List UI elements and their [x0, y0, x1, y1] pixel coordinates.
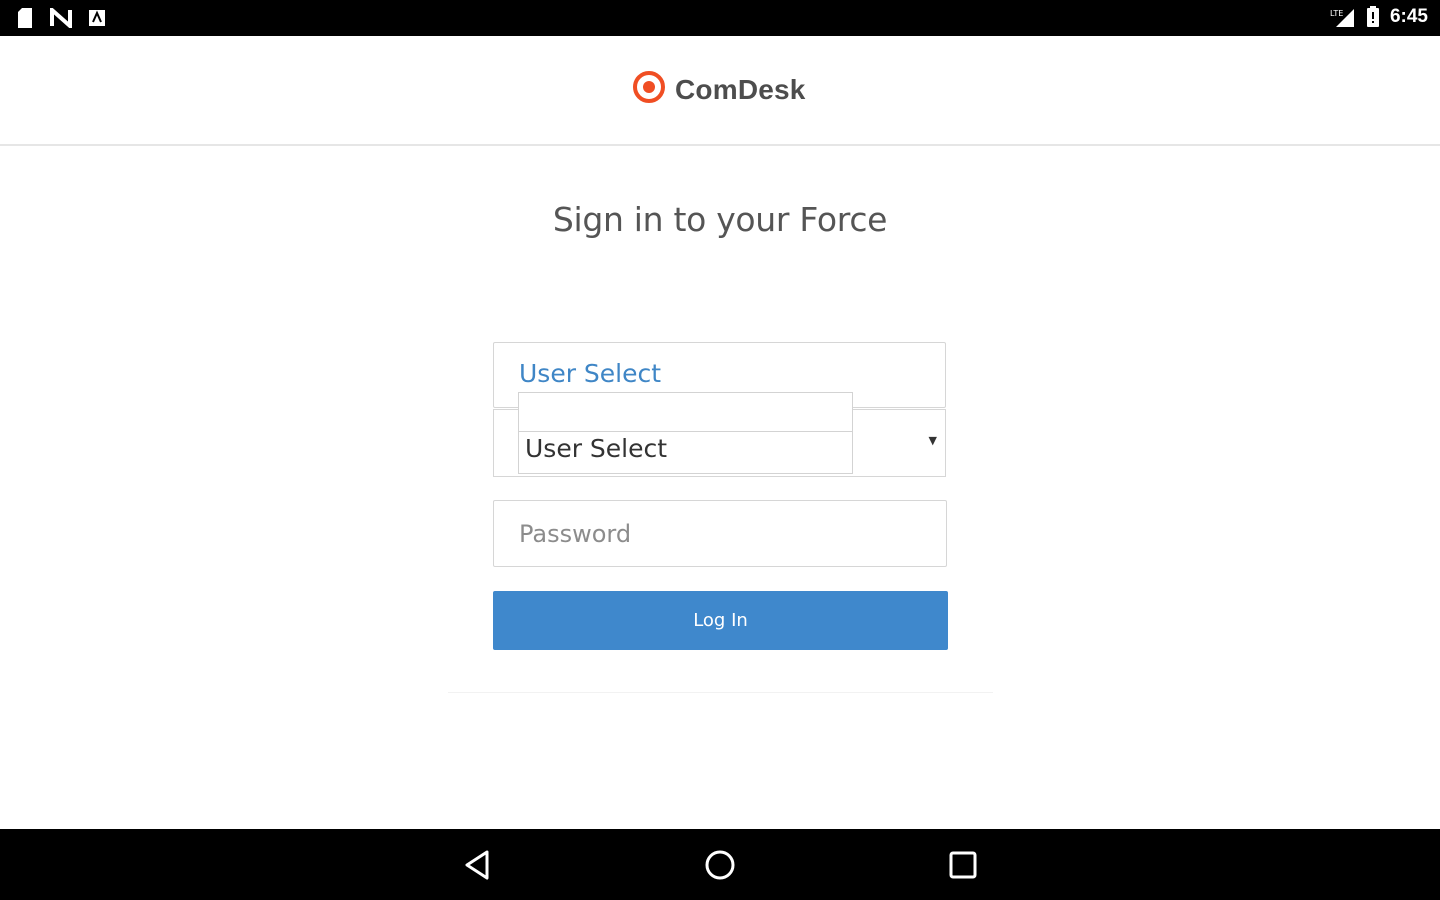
status-bar: LTE 6:45: [0, 0, 1440, 36]
password-input[interactable]: [494, 501, 946, 566]
app-notification-icon: [88, 9, 106, 27]
navigation-bar: [0, 829, 1440, 900]
dropdown-option-label: User Select: [525, 434, 668, 463]
comdesk-logo: ComDesk: [632, 70, 806, 109]
dropdown-option-empty[interactable]: [518, 392, 853, 432]
password-field-box: [493, 500, 947, 567]
signal-icon: LTE: [1330, 6, 1356, 28]
dropdown-arrow-icon: ▼: [928, 434, 937, 447]
nfc-icon: [50, 8, 72, 28]
svg-text:LTE: LTE: [1330, 9, 1343, 18]
comdesk-logo-icon: [632, 70, 666, 109]
login-button[interactable]: Log In: [493, 591, 948, 650]
sd-card-icon: [16, 7, 34, 29]
status-bar-left: [16, 7, 106, 29]
status-time: 6:45: [1389, 6, 1428, 27]
app-header: ComDesk: [0, 36, 1440, 146]
recents-icon[interactable]: [945, 847, 981, 883]
page-title: Sign in to your Force: [552, 200, 888, 239]
logo-text: ComDesk: [675, 73, 806, 105]
user-select-label: User Select: [519, 359, 662, 388]
form-divider: [448, 692, 993, 693]
status-bar-right: LTE 6:45: [1330, 6, 1428, 28]
home-icon[interactable]: [702, 847, 738, 883]
battery-icon: [1366, 6, 1380, 28]
back-icon[interactable]: [460, 847, 496, 883]
dropdown-option-user-select[interactable]: User Select: [518, 432, 853, 474]
